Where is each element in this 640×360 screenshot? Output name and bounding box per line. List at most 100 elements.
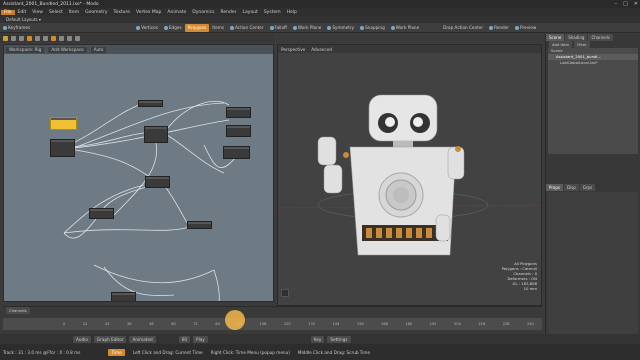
menu-select[interactable]: Select [46,10,66,15]
status-hint: Middle Click and Drag: Scrub Time [297,349,371,355]
timeline[interactable]: Channels 0122436486072849610812013214415… [3,306,542,334]
timeline-header: Channels [3,307,542,314]
falloff-icon [269,25,274,30]
schematic-node[interactable] [145,176,170,188]
schematic-node[interactable] [138,100,163,107]
current-frame-field[interactable]: 60 [178,335,191,343]
render-icon [489,25,494,30]
tab-channels[interactable]: Channels [588,34,613,41]
schematic-tool-icon[interactable] [3,35,8,41]
schematic-node[interactable] [226,107,251,118]
menu-bar: File Edit View Select Item Geometry Text… [0,8,640,23]
menu-vertex-map[interactable]: Vertex Map [133,10,164,15]
tab-props[interactable]: Props [546,184,563,191]
menu-render[interactable]: Render [217,10,239,15]
add-item-button[interactable]: Add Item [549,40,573,48]
status-hint: Right Click: Time Menu (popup menu) [210,349,290,355]
schematic-tool-icon[interactable] [51,35,56,41]
schematic-tool-icon[interactable] [59,35,64,41]
layout-dropdown[interactable]: Default Layouts ▾ [6,17,41,22]
schematic-tool-icon[interactable] [27,35,32,41]
schematic-tool-icon[interactable] [35,35,40,41]
right-panel: Scene Shading Channels Add Item Filter S… [545,34,640,360]
audio-button[interactable]: Audio [73,335,91,343]
schematic-tool-icon[interactable] [67,35,72,41]
vertices-button[interactable]: Vertices [133,24,161,32]
action-center-button[interactable]: Action Center [227,24,267,32]
polygons-button[interactable]: Polygons [184,23,210,32]
work-plane-button[interactable]: Work Plane [290,24,324,32]
menu-edit[interactable]: Edit [15,10,30,15]
status-hint: Left Click and Drag: Current Time [132,349,203,355]
menu-file[interactable]: File [1,9,15,15]
keyframes-button[interactable]: Keyframes [0,24,33,32]
menu-texture[interactable]: Texture [111,10,133,15]
menu-animate[interactable]: Animate [164,10,189,15]
work-plane-2-button[interactable]: Work Plane [388,24,422,32]
edges-button[interactable]: Edges [161,24,185,32]
action-center-icon [230,25,234,30]
playhead-cursor[interactable] [225,310,245,330]
menu-dynamics[interactable]: Dynamics [189,10,217,15]
drop-action-center-button[interactable]: Drop Action Center [440,24,486,32]
timeline-ruler[interactable]: 0122436486072849610812013214415616818019… [3,318,542,330]
filter-button[interactable]: Filter [574,40,590,48]
snapping-icon [360,25,365,30]
3d-viewport[interactable]: Perspective Advanced All Polygons Polygo… [277,44,542,306]
tab-shading[interactable]: Shading [565,34,588,41]
schematic-node[interactable] [187,221,212,229]
schematic-tool-icon[interactable] [19,35,24,41]
preview-button[interactable]: Preview [512,24,539,32]
channels-dropdown[interactable]: Channels [6,307,30,314]
settings-button[interactable]: Settings [327,335,351,343]
list-item[interactable]: LabGlobalLocal.lxo* [548,60,638,66]
status-timing: Track : 31 : 3.0 ms @Ffor : 0 : 0.8 ms [3,349,81,355]
menu-layout[interactable]: Layout [240,10,261,15]
schematic-node[interactable] [111,292,136,301]
schematic-node[interactable] [226,125,251,137]
tab-scene[interactable]: Scene [546,34,565,41]
falloff-button[interactable]: Falloff [267,24,290,32]
menu-help[interactable]: Help [284,10,300,15]
timeline-ticks: 0122436486072849610812013214415616818019… [63,322,534,326]
symmetry-icon [327,25,332,30]
snapping-button[interactable]: Snapping [357,24,388,32]
play-button[interactable]: Play [193,335,208,343]
time-button[interactable]: Time [108,348,125,356]
symmetry-button[interactable]: Symmetry [324,24,357,32]
render-button[interactable]: Render [486,24,512,32]
items-button[interactable]: Items [209,24,227,32]
close-icon[interactable]: ✕ [634,1,638,7]
schematic-node[interactable] [144,126,168,143]
workplane-icon [292,25,297,30]
schematic-node[interactable] [223,146,250,159]
scene-item-list[interactable]: Scene Assistant_2001_bundl... LabGlobalL… [548,48,638,154]
schematic-links [61,100,240,301]
animated-dropdown[interactable]: Animated [129,335,156,343]
scene-tabs: Scene Shading Channels [546,34,640,41]
schematic-tool-icon[interactable] [75,35,80,41]
tab-grps[interactable]: Grps [579,184,596,191]
schematic-node-selected[interactable] [50,117,77,130]
graph-editor-button[interactable]: Graph Editor [93,335,127,343]
tab-disp[interactable]: Disp [563,184,579,191]
menu-system[interactable]: System [261,10,284,15]
schematic-node[interactable] [89,208,114,219]
schematic-tool-icon[interactable] [11,35,16,41]
viewport-corner-icon[interactable] [281,289,289,297]
key-button[interactable]: Key [310,335,325,343]
menu-item[interactable]: Item [66,10,82,15]
menu-geometry[interactable]: Geometry [82,10,110,15]
transport-bar: Audio Graph Editor Animated 60 Play Key … [0,334,640,344]
properties-tabs: Props Disp Grps [546,184,640,191]
preview-icon [515,25,520,30]
status-bar: Track : 31 : 3.0 ms @Ffor : 0 : 0.8 ms T… [0,344,640,360]
minimize-icon[interactable]: – [615,1,618,7]
menu-view[interactable]: View [29,10,46,15]
schematic-view[interactable]: Workspace: Rig Add Workspace Auto [3,44,274,302]
maximize-icon[interactable]: □ [623,1,628,7]
schematic-tool-icon[interactable] [43,35,48,41]
scene-tools: Add Item Filter [546,40,640,48]
schematic-node[interactable] [50,139,75,157]
viewport-info: All Polygons Polygons : Catmull Channels… [501,261,537,291]
